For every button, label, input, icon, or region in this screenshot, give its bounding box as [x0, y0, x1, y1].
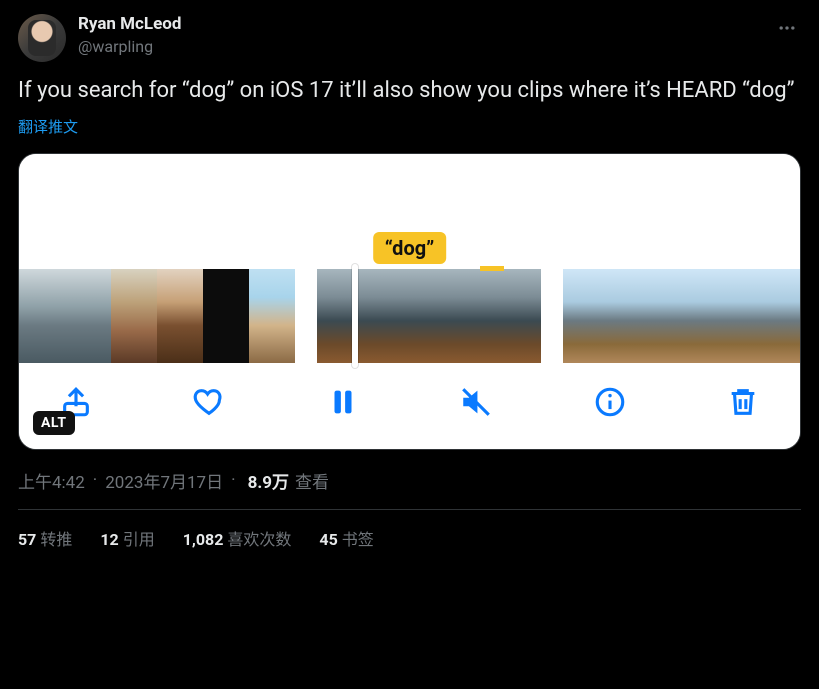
- thumbnail: [249, 269, 295, 363]
- pause-icon: [326, 385, 360, 419]
- media-top: “dog”: [19, 154, 800, 269]
- tweet-container: Ryan McLeod @warpling If you search for …: [0, 0, 819, 550]
- playhead[interactable]: [352, 264, 358, 368]
- mute-button[interactable]: [459, 385, 493, 419]
- bookmarks-count: 45: [319, 530, 337, 549]
- playhead-tick: [480, 266, 504, 271]
- search-term-badge: “dog”: [373, 232, 447, 264]
- tweet-header: Ryan McLeod @warpling: [18, 14, 801, 62]
- date[interactable]: 2023年7月17日: [105, 468, 223, 493]
- quotes-count: 12: [100, 530, 118, 549]
- heart-icon: [192, 385, 226, 419]
- display-name: Ryan McLeod: [78, 14, 181, 35]
- thumbnail: [655, 269, 701, 363]
- thumbnail: [793, 269, 801, 363]
- clip-group: [19, 269, 295, 363]
- avatar[interactable]: [18, 14, 66, 62]
- more-button[interactable]: [773, 14, 801, 42]
- thumbnail: [317, 269, 373, 363]
- thumbnail: [429, 269, 485, 363]
- author-block[interactable]: Ryan McLeod @warpling: [78, 14, 181, 57]
- mute-icon: [459, 385, 493, 419]
- media-toolbar: [19, 363, 800, 449]
- thumbnail: [563, 269, 609, 363]
- thumbnail: [203, 269, 249, 363]
- thumbnail: [19, 269, 65, 363]
- thumbnail: [747, 269, 793, 363]
- retweets-count: 57: [18, 530, 36, 549]
- likes-label: 喜欢次数: [227, 530, 291, 549]
- alt-badge[interactable]: ALT: [33, 411, 75, 435]
- info-button[interactable]: [593, 385, 627, 419]
- retweets-label: 转推: [40, 530, 72, 549]
- quotes-stat[interactable]: 12 引用: [100, 526, 154, 550]
- clip-group: [317, 269, 541, 363]
- clip-group: [563, 269, 801, 363]
- thumbnail: [485, 269, 541, 363]
- views-count: 8.9万: [248, 468, 289, 493]
- engagement-stats: 57转推 12 引用 1,082喜欢次数 45 书签: [18, 510, 801, 550]
- translate-link[interactable]: 翻译推文: [18, 116, 801, 137]
- trash-icon: [726, 385, 760, 419]
- separator: [91, 470, 99, 490]
- thumbnail: [373, 269, 429, 363]
- pause-button[interactable]: [326, 385, 360, 419]
- thumbnail: [609, 269, 655, 363]
- trash-button[interactable]: [726, 385, 760, 419]
- thumbnail: [157, 269, 203, 363]
- likes-count: 1,082: [183, 530, 224, 549]
- bookmarks-stat[interactable]: 45 书签: [319, 526, 373, 550]
- handle: @warpling: [78, 37, 181, 57]
- thumbnail: [701, 269, 747, 363]
- quotes-label: 引用: [123, 530, 155, 549]
- thumbnail: [111, 269, 157, 363]
- views-label: 查看: [295, 468, 329, 493]
- meta-row: 上午4:42 2023年7月17日 8.9万 查看: [18, 468, 801, 493]
- time[interactable]: 上午4:42: [18, 468, 85, 493]
- thumbnail: [65, 269, 111, 363]
- retweets-stat[interactable]: 57转推: [18, 526, 72, 550]
- likes-stat[interactable]: 1,082喜欢次数: [183, 526, 292, 550]
- tweet-text: If you search for “dog” on iOS 17 it’ll …: [18, 76, 801, 106]
- more-icon: [777, 18, 797, 38]
- media-card[interactable]: “dog”: [18, 153, 801, 450]
- video-timeline[interactable]: [19, 269, 800, 363]
- separator: [229, 470, 237, 490]
- like-button[interactable]: [192, 385, 226, 419]
- info-icon: [593, 385, 627, 419]
- bookmarks-label: 书签: [342, 530, 374, 549]
